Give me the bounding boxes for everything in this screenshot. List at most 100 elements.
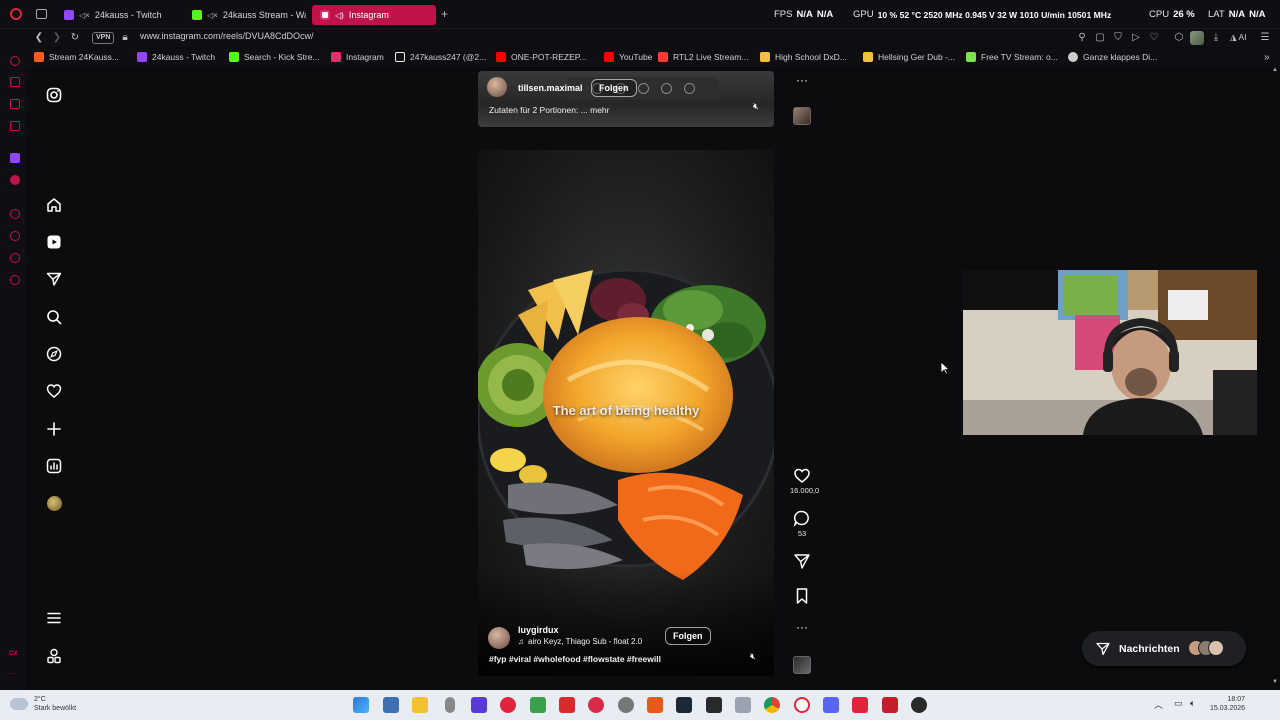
heart-icon[interactable] <box>44 381 64 401</box>
weather-icon[interactable] <box>10 698 28 710</box>
sidebar-settings-icon[interactable] <box>10 275 20 285</box>
send-icon[interactable] <box>790 552 814 570</box>
instagram-logo-icon[interactable] <box>44 85 64 105</box>
file-explorer-icon[interactable] <box>412 697 428 713</box>
reel-author-avatar[interactable] <box>488 627 510 649</box>
speaker-icon[interactable]: ◁) <box>335 11 344 20</box>
reel-author-avatar[interactable] <box>487 77 507 97</box>
muted-speaker-icon[interactable]: ◁× <box>207 11 218 20</box>
bookmark-item[interactable]: 247kauss247 (@2... <box>395 52 486 62</box>
messages-button[interactable]: Nachrichten <box>1082 631 1246 666</box>
app-red-icon[interactable] <box>559 697 575 713</box>
reel-card-current[interactable]: The art of being healthy luygirdux ♫ air… <box>478 150 774 676</box>
sidebar-player-icon[interactable] <box>10 209 20 219</box>
bookmark-item[interactable]: Stream 24Kauss... <box>34 52 119 62</box>
bookmark-item[interactable]: Ganze klappes Di... <box>1068 52 1157 62</box>
mouse-app-icon[interactable] <box>445 697 455 713</box>
pin-icon[interactable]: ⚲ <box>1075 31 1089 45</box>
bookmark-item[interactable]: Free TV Stream: o... <box>966 52 1058 62</box>
page-scrollbar[interactable]: ▲ ▼ <box>1270 67 1280 690</box>
sidebar-more-icon[interactable]: ··· <box>9 669 17 678</box>
muted-speaker-icon[interactable]: ◁× <box>79 11 90 20</box>
app-record-icon[interactable] <box>588 697 604 713</box>
bookmark-icon[interactable] <box>790 587 814 605</box>
start-icon[interactable] <box>353 697 369 713</box>
tab-kick[interactable]: ◁× 24kauss Stream - Wa <box>184 5 306 25</box>
download-icon[interactable]: ⤓ <box>1209 31 1223 45</box>
chrome-icon[interactable] <box>764 697 780 713</box>
sidebar-extension-icon[interactable] <box>10 77 20 87</box>
weather-widget[interactable]: 2°C Stark bewölkt <box>34 695 76 713</box>
snapshot-icon[interactable]: ▢ <box>1093 31 1107 45</box>
tab-instagram[interactable]: ◁) Instagram <box>312 5 436 25</box>
chevron-up-icon[interactable]: ︿ <box>1154 698 1163 711</box>
volume-icon[interactable]: 🔈︎ <box>1190 698 1195 709</box>
vpn-badge[interactable]: VPN <box>92 32 115 44</box>
chevron-right-icon[interactable]: » <box>1264 52 1270 63</box>
volume-icon[interactable]: 🔇︎ <box>746 649 760 663</box>
extensions-icon[interactable]: ⬡ <box>1172 31 1186 45</box>
aria-ai-button[interactable]: ◮ AI <box>1230 32 1247 43</box>
like-action[interactable]: 16.000,0 <box>790 466 819 495</box>
comment-action[interactable]: 53 <box>790 509 814 538</box>
sidebar-messenger-icon[interactable] <box>10 99 20 109</box>
reel-username[interactable]: luygirdux <box>518 625 559 635</box>
heart-outline-icon[interactable]: ♡ <box>1147 31 1161 45</box>
bookmark-item[interactable]: ONE-POT-REZEP... <box>496 52 586 62</box>
opera-logo-icon[interactable] <box>10 8 22 20</box>
app-v-icon[interactable] <box>471 697 487 713</box>
reel-audio[interactable]: ♫ airo Keyz, Thiago Sub - float 2.0 <box>518 637 642 646</box>
comment-icon[interactable] <box>790 509 814 527</box>
sidebar-pinboard-icon[interactable] <box>10 253 20 263</box>
audio-thumbnail[interactable] <box>793 656 811 674</box>
bookmark-item[interactable]: Hellsing Ger Dub -... <box>863 52 955 62</box>
more-options-icon[interactable]: ··· <box>790 620 814 634</box>
sidebar-gx-icon[interactable]: GX <box>9 651 18 657</box>
audio-thumbnail[interactable] <box>793 107 811 125</box>
more-menu-icon[interactable] <box>44 608 64 628</box>
reel-caption[interactable]: Zutaten für 2 Portionen: ... mehr <box>489 105 609 115</box>
bookmark-item[interactable]: 24kauss - Twitch <box>137 52 215 62</box>
tab-overview-icon[interactable] <box>36 9 47 19</box>
app-orange-icon[interactable] <box>647 697 663 713</box>
reels-icon[interactable] <box>44 232 64 252</box>
sidebar-youtube-icon[interactable] <box>10 175 20 185</box>
also-from-meta-icon[interactable] <box>44 646 64 666</box>
reel-card-previous[interactable]: tillsen.maximal Folgen Zutaten für 2 Por… <box>478 71 774 127</box>
back-icon[interactable]: ❮ <box>32 31 46 45</box>
media-player-icon[interactable] <box>911 697 927 713</box>
search-icon[interactable] <box>44 307 64 327</box>
discord-icon[interactable] <box>823 697 839 713</box>
more-options-icon[interactable]: ··· <box>790 73 814 87</box>
reel-hashtags[interactable]: #fyp #viral #wholefood #flowstate #freew… <box>489 654 661 664</box>
reel-username[interactable]: tillsen.maximal <box>518 83 583 93</box>
menu-icon[interactable]: ☰ <box>1258 31 1272 45</box>
tab-twitch[interactable]: ◁× 24kauss - Twitch <box>56 5 182 25</box>
sidebar-history-icon[interactable] <box>10 231 20 241</box>
bookmark-item[interactable]: Search - Kick Stre... <box>229 52 320 62</box>
calculator-icon[interactable] <box>383 697 399 713</box>
opera-icon[interactable] <box>794 697 810 713</box>
app-stream-icon[interactable] <box>882 697 898 713</box>
save-action[interactable] <box>790 587 814 605</box>
new-tab-button[interactable]: + <box>441 7 448 21</box>
app-gear-icon[interactable] <box>735 697 751 713</box>
network-icon[interactable]: ▭ <box>1174 698 1183 709</box>
bookmark-item[interactable]: Instagram <box>331 52 384 62</box>
share-action[interactable] <box>790 552 814 570</box>
steam-icon[interactable] <box>676 697 692 713</box>
obs-icon[interactable] <box>618 697 634 713</box>
app-bird-icon[interactable] <box>852 697 868 713</box>
home-icon[interactable] <box>44 195 64 215</box>
sidebar-app-icon[interactable] <box>10 121 20 131</box>
shield-icon[interactable]: ⛉ <box>1111 31 1125 45</box>
create-plus-icon[interactable] <box>44 419 64 439</box>
app-dark-icon[interactable] <box>706 697 722 713</box>
follow-button[interactable]: Folgen <box>591 79 637 97</box>
bookmark-item[interactable]: RTL2 Live Stream... <box>658 52 748 62</box>
sidebar-aria-icon[interactable] <box>10 56 20 66</box>
bookmark-item[interactable]: YouTube <box>604 52 652 62</box>
profile-avatar[interactable] <box>44 493 64 513</box>
game-launcher-icon[interactable] <box>530 697 546 713</box>
send-icon[interactable] <box>44 269 64 289</box>
